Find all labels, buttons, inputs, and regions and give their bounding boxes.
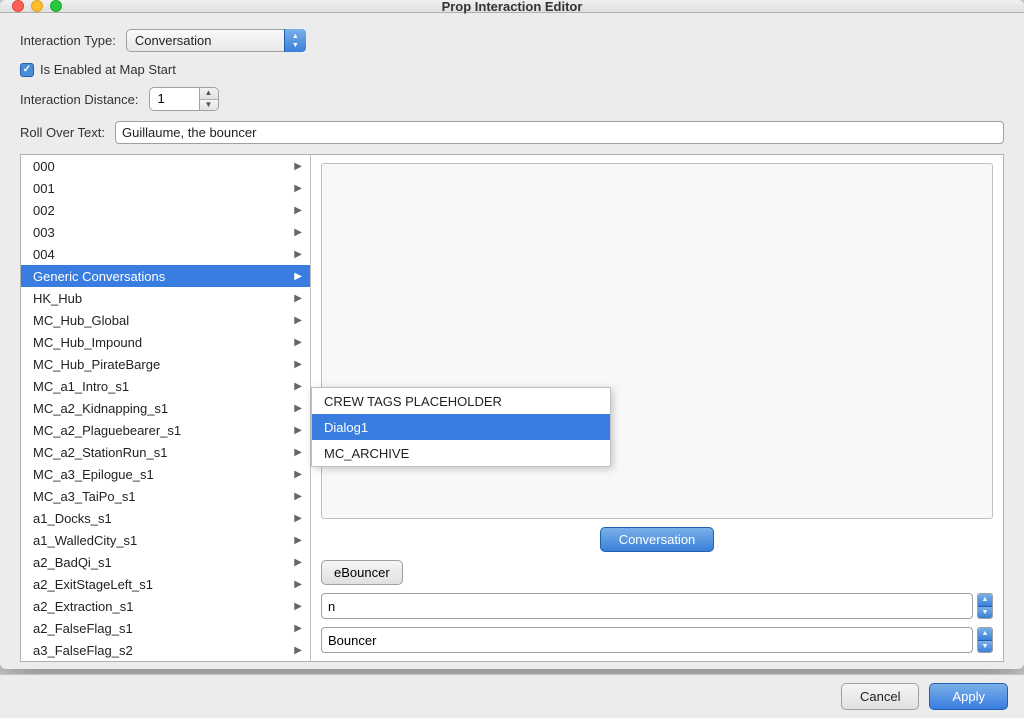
titlebar: Prop Interaction Editor [0, 0, 1024, 13]
select1-up[interactable]: ▲ [978, 594, 992, 607]
bouncer-button[interactable]: eBouncer [321, 560, 403, 585]
is-enabled-row: ✓ Is Enabled at Map Start [20, 62, 1004, 77]
interaction-type-row: Interaction Type: Conversation ▲ ▼ [20, 29, 1004, 52]
select1-input[interactable] [321, 593, 973, 619]
main-area: 000▶001▶002▶003▶004▶Generic Conversation… [20, 154, 1004, 662]
dropdown-item[interactable]: MC_a1_Intro_s1▶ [21, 375, 310, 397]
dropdown-item[interactable]: MC_a2_StationRun_s1▶ [21, 441, 310, 463]
dropdown-item[interactable]: MC_Hub_PirateBarge▶ [21, 353, 310, 375]
minimize-button[interactable] [31, 0, 43, 12]
cancel-button[interactable]: Cancel [841, 683, 919, 710]
dropdown-item[interactable]: MC_Hub_Impound▶ [21, 331, 310, 353]
submenu-item[interactable]: CREW TAGS PLACEHOLDER [312, 388, 610, 414]
dropdown-item[interactable]: a2_Extraction_s1▶ [21, 595, 310, 617]
window-title: Prop Interaction Editor [442, 0, 583, 14]
interaction-type-label: Interaction Type: [20, 33, 116, 48]
dropdown-item[interactable]: 004▶ [21, 243, 310, 265]
dropdown-item[interactable]: a1_WalledCity_s1▶ [21, 529, 310, 551]
dropdown-item[interactable]: 001▶ [21, 177, 310, 199]
dropdown-item[interactable]: MC_a2_Plaguebearer_s1▶ [21, 419, 310, 441]
stepper-down[interactable]: ▼ [200, 100, 218, 112]
dropdown-item[interactable]: a2_FalseFlag_s1▶ [21, 617, 310, 639]
conversation-button[interactable]: Conversation [600, 527, 715, 552]
roll-over-text-input[interactable] [115, 121, 1004, 144]
dropdown-item[interactable]: a2_ExitStageLeft_s1▶ [21, 573, 310, 595]
dropdown-item[interactable]: a3_FalseFlag_s2▶ [21, 639, 310, 661]
select1-stepper: ▲ ▼ [977, 593, 993, 619]
select2-up[interactable]: ▲ [978, 628, 992, 641]
interaction-distance-label: Interaction Distance: [20, 92, 139, 107]
select2-input[interactable] [321, 627, 973, 653]
interaction-distance-stepper: 1 ▲ ▼ [149, 87, 219, 111]
interaction-distance-value: 1 [150, 87, 200, 111]
is-enabled-checkbox[interactable]: ✓ [20, 63, 34, 77]
close-button[interactable] [12, 0, 24, 12]
stepper-up[interactable]: ▲ [200, 87, 218, 100]
is-enabled-label: Is Enabled at Map Start [40, 62, 176, 77]
submenu-item[interactable]: MC_ARCHIVE [312, 440, 610, 466]
dropdown-item[interactable]: Generic Conversations▶ [21, 265, 310, 287]
footer: Cancel Apply [0, 674, 1024, 718]
interaction-type-arrow[interactable]: ▲ ▼ [284, 29, 306, 52]
select2-down[interactable]: ▼ [978, 641, 992, 653]
maximize-button[interactable] [50, 0, 62, 12]
dropdown-item[interactable]: 002▶ [21, 199, 310, 221]
select2-stepper: ▲ ▼ [977, 627, 993, 653]
submenu-item[interactable]: Dialog1 [312, 414, 610, 440]
content-area: Interaction Type: Conversation ▲ ▼ ✓ Is … [0, 13, 1024, 674]
select2-row: ▲ ▼ [321, 627, 993, 653]
dropdown-item[interactable]: MC_a3_Epilogue_s1▶ [21, 463, 310, 485]
dropdown-item[interactable]: HK_Hub▶ [21, 287, 310, 309]
traffic-lights [12, 0, 62, 12]
dropdown-item[interactable]: a2_BadQi_s1▶ [21, 551, 310, 573]
main-window: Prop Interaction Editor Interaction Type… [0, 0, 1024, 669]
roll-over-text-label: Roll Over Text: [20, 125, 105, 140]
select1-row: ▲ ▼ [321, 593, 993, 619]
stepper-arrows: ▲ ▼ [200, 87, 218, 111]
dropdown-item[interactable]: MC_a2_Kidnapping_s1▶ [21, 397, 310, 419]
interaction-type-select-wrapper: Conversation ▲ ▼ [126, 29, 306, 52]
dropdown-item[interactable]: a1_Docks_s1▶ [21, 507, 310, 529]
dropdown-item[interactable]: MC_a3_TaiPo_s1▶ [21, 485, 310, 507]
interaction-distance-row: Interaction Distance: 1 ▲ ▼ [20, 87, 1004, 111]
select1-down[interactable]: ▼ [978, 607, 992, 619]
conv-button-row: Conversation [321, 527, 993, 552]
dropdown-item[interactable]: MC_Hub_Global▶ [21, 309, 310, 331]
apply-button[interactable]: Apply [929, 683, 1008, 710]
dropdown-item[interactable]: 003▶ [21, 221, 310, 243]
roll-over-text-row: Roll Over Text: [20, 121, 1004, 144]
bouncer-button-row: eBouncer [321, 560, 993, 585]
submenu: CREW TAGS PLACEHOLDERDialog1MC_ARCHIVE [311, 387, 611, 467]
dropdown-panel: 000▶001▶002▶003▶004▶Generic Conversation… [21, 155, 311, 661]
checkbox-checkmark: ✓ [23, 64, 31, 75]
interaction-type-select[interactable]: Conversation [126, 29, 306, 52]
dropdown-item[interactable]: 000▶ [21, 155, 310, 177]
